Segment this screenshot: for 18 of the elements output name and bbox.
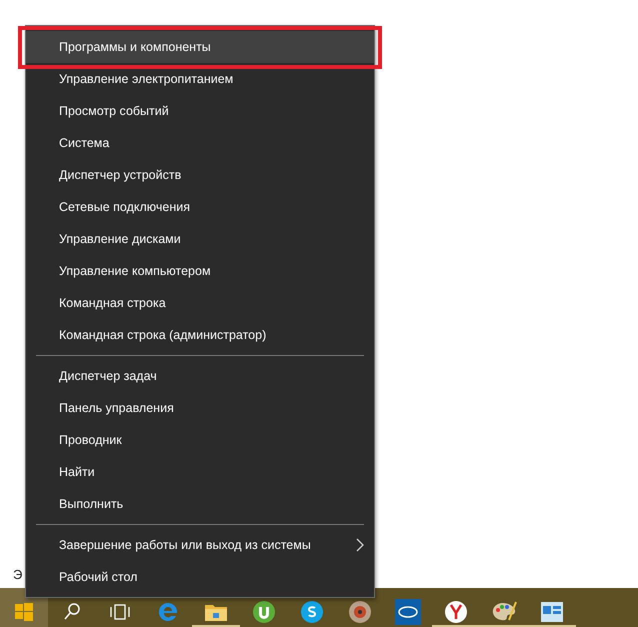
menu-item[interactable]: Командная строка [26,287,374,319]
menu-item[interactable]: Сетевые подключения [26,191,374,223]
menu-item[interactable]: Управление электропитанием [26,63,374,95]
menu-item[interactable]: Управление компьютером [26,255,374,287]
menu-item[interactable]: Проводник [26,424,374,456]
menu-item[interactable]: Командная строка (администратор) [26,319,374,351]
menu-item[interactable]: Диспетчер задач [26,360,374,392]
menu-item[interactable]: Завершение работы или выход из системы [26,529,374,561]
menu-item[interactable]: Просмотр событий [26,95,374,127]
menu-item[interactable]: Рабочий стол [26,561,374,593]
menu-item[interactable]: Найти [26,456,374,488]
menu-item[interactable]: Панель управления [26,392,374,424]
menu-item[interactable]: Программы и компоненты [26,31,374,63]
menu-item[interactable]: Диспетчер устройств [26,159,374,191]
menu-item[interactable]: Управление дисками [26,223,374,255]
menu-item[interactable]: Система [26,127,374,159]
desktop-icon-label: Э [13,567,22,582]
menu-item[interactable]: Выполнить [26,488,374,520]
